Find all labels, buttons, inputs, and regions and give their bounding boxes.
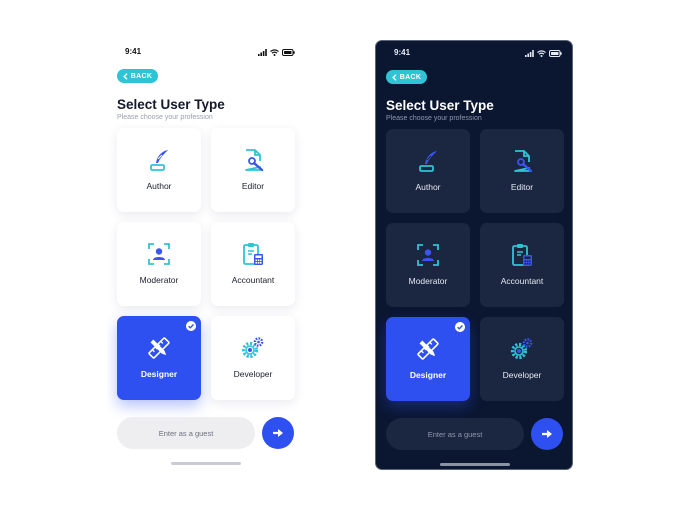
gears-icon: [510, 338, 533, 360]
pencil-ruler-icon: [417, 338, 439, 360]
continue-button[interactable]: [262, 417, 294, 449]
clipboard-calculator-icon: [243, 243, 263, 265]
user-type-card-designer[interactable]: Designer: [117, 316, 201, 400]
user-type-label: Accountant: [500, 276, 544, 286]
check-icon: [455, 322, 465, 332]
page-subtitle: Please choose your profession: [386, 115, 482, 122]
continue-button[interactable]: [531, 418, 563, 450]
guest-button[interactable]: Enter as a guest: [117, 417, 255, 449]
user-type-label: Accountant: [231, 275, 275, 285]
page-subtitle: Please choose your profession: [117, 114, 213, 121]
user-type-card-editor[interactable]: Editor: [211, 128, 295, 212]
chevron-left-icon: [391, 73, 397, 81]
user-type-card-accountant[interactable]: Accountant: [211, 222, 295, 306]
gears-icon: [241, 337, 264, 359]
arrow-right-icon: [542, 430, 552, 438]
user-type-card-author[interactable]: Author: [386, 129, 470, 213]
back-label: BACK: [399, 73, 422, 81]
user-type-label: Designer: [140, 369, 178, 379]
phone-dark: 9:41 BACK Select User Type Please choose…: [375, 40, 573, 470]
user-type-card-moderator[interactable]: Moderator: [386, 223, 470, 307]
phone-light: 9:41 BACK Select User Type Please choose…: [107, 40, 305, 470]
wifi-icon: [270, 48, 279, 56]
back-button[interactable]: BACK: [117, 69, 158, 83]
chevron-left-icon: [122, 72, 128, 80]
document-edit-icon: [245, 149, 264, 172]
status-bar: 9:41: [107, 47, 305, 59]
clipboard-calculator-icon: [512, 244, 532, 266]
quill-icon: [419, 151, 437, 172]
status-bar: 9:41: [376, 48, 572, 60]
user-type-label: Designer: [409, 370, 447, 380]
user-type-label: Developer: [233, 369, 273, 379]
status-time: 9:41: [394, 48, 411, 57]
user-focus-icon: [148, 243, 170, 265]
user-type-label: Moderator: [139, 275, 179, 285]
user-type-card-accountant[interactable]: Accountant: [480, 223, 564, 307]
user-focus-icon: [417, 244, 439, 266]
quill-icon: [150, 150, 168, 171]
status-icons: [258, 48, 295, 56]
battery-icon: [549, 49, 562, 57]
page-title: Select User Type: [386, 98, 494, 113]
guest-button[interactable]: Enter as a guest: [386, 418, 524, 450]
user-type-label: Moderator: [408, 276, 448, 286]
back-button[interactable]: BACK: [386, 70, 427, 84]
user-type-card-moderator[interactable]: Moderator: [117, 222, 201, 306]
battery-icon: [282, 48, 295, 56]
user-type-card-author[interactable]: Author: [117, 128, 201, 212]
user-type-label: Editor: [241, 181, 265, 191]
pencil-ruler-icon: [148, 337, 170, 359]
user-type-card-developer[interactable]: Developer: [480, 317, 564, 401]
user-type-label: Author: [415, 182, 441, 192]
document-edit-icon: [514, 150, 533, 173]
status-time: 9:41: [125, 47, 142, 56]
user-type-label: Developer: [502, 370, 542, 380]
wifi-icon: [537, 49, 546, 57]
home-indicator: [171, 462, 241, 465]
check-icon: [186, 321, 196, 331]
signal-icon: [258, 48, 267, 56]
arrow-right-icon: [273, 429, 283, 437]
page-title: Select User Type: [117, 97, 225, 112]
user-type-label: Editor: [510, 182, 534, 192]
user-type-card-editor[interactable]: Editor: [480, 129, 564, 213]
user-type-label: Author: [146, 181, 172, 191]
back-label: BACK: [130, 72, 153, 80]
user-type-card-developer[interactable]: Developer: [211, 316, 295, 400]
signal-icon: [525, 49, 534, 57]
home-indicator: [440, 463, 510, 466]
user-type-card-designer[interactable]: Designer: [386, 317, 470, 401]
status-icons: [525, 49, 562, 57]
